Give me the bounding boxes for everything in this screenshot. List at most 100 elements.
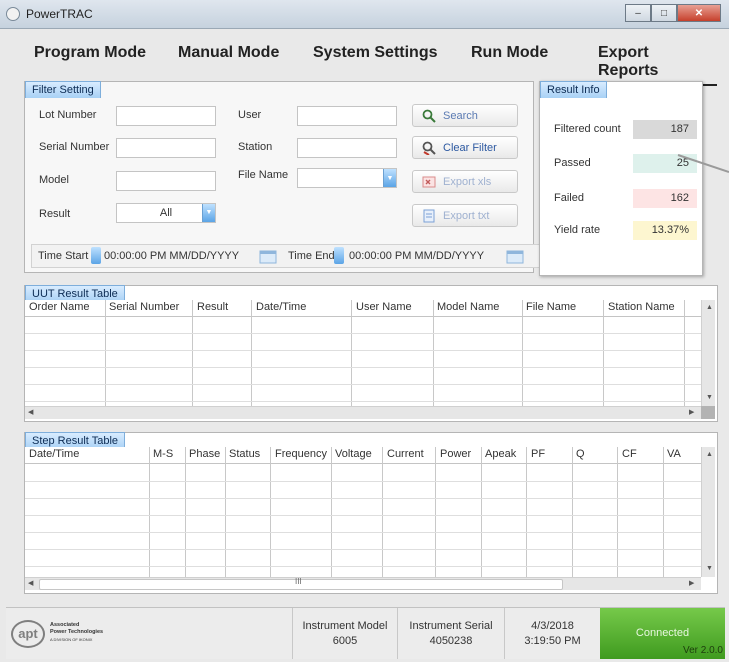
- company-name: Associated Power Technologies A DIVISION…: [50, 622, 104, 642]
- column-divider: [684, 300, 685, 406]
- scroll-right-icon[interactable]: ▶: [689, 579, 694, 587]
- tab-manual-mode[interactable]: Manual Mode: [178, 44, 279, 62]
- user-input[interactable]: [297, 106, 397, 126]
- window-title: PowerTRAC: [26, 7, 93, 21]
- calendar-icon[interactable]: [259, 248, 277, 264]
- row-divider: [25, 532, 701, 533]
- chevron-down-icon[interactable]: ▼: [202, 204, 215, 222]
- column-header[interactable]: Q: [576, 448, 585, 460]
- serial-number-input[interactable]: [116, 138, 216, 158]
- step-result-grid[interactable]: Date/Time M-S Phase Status Frequency Vol…: [25, 447, 715, 591]
- uut-result-grid[interactable]: Order Name Serial Number Result Date/Tim…: [25, 300, 715, 419]
- column-header[interactable]: Voltage: [335, 448, 372, 460]
- connection-status: Connected Ver 2.0.0: [600, 608, 725, 659]
- column-divider: [481, 447, 482, 577]
- step-result-panel: Step Result Table Date/Time M-S Phase St…: [24, 432, 718, 594]
- column-divider: [192, 300, 193, 406]
- current-date: 4/3/2018: [531, 619, 574, 632]
- chevron-down-icon[interactable]: ▼: [383, 169, 396, 187]
- serial-number-label: Serial Number: [39, 141, 110, 153]
- step-vertical-scrollbar[interactable]: ▲ ▼: [701, 447, 715, 577]
- tab-system-settings[interactable]: System Settings: [313, 44, 437, 62]
- column-header[interactable]: VA: [667, 448, 681, 460]
- time-end-spinner[interactable]: [334, 247, 344, 264]
- calendar-icon[interactable]: [506, 248, 524, 264]
- column-header[interactable]: Serial Number: [109, 301, 179, 313]
- scroll-corner: [701, 406, 715, 419]
- result-select[interactable]: All ▼: [116, 203, 216, 223]
- search-icon: [422, 109, 436, 123]
- lot-number-label: Lot Number: [39, 109, 97, 121]
- column-divider: [105, 300, 106, 406]
- column-header[interactable]: File Name: [526, 301, 576, 313]
- column-header[interactable]: CF: [622, 448, 637, 460]
- column-header[interactable]: Status: [229, 448, 260, 460]
- row-divider: [25, 367, 701, 368]
- row-divider: [25, 333, 701, 334]
- column-header[interactable]: User Name: [356, 301, 412, 313]
- column-header[interactable]: Model Name: [437, 301, 499, 313]
- scroll-down-icon[interactable]: ▼: [706, 565, 713, 572]
- scroll-right-icon[interactable]: ▶: [689, 408, 694, 416]
- uut-horizontal-scrollbar[interactable]: ◀ ▶: [25, 406, 701, 419]
- instrument-model-value: 6005: [332, 634, 358, 647]
- column-divider: [270, 447, 271, 577]
- tab-run-mode[interactable]: Run Mode: [471, 44, 548, 62]
- column-header[interactable]: Date/Time: [256, 301, 306, 313]
- column-header[interactable]: Frequency: [275, 448, 327, 460]
- lot-number-input[interactable]: [116, 106, 216, 126]
- search-button[interactable]: Search: [412, 104, 518, 127]
- column-header[interactable]: M-S: [153, 448, 173, 460]
- maximize-icon[interactable]: □: [651, 4, 677, 22]
- result-select-value: All: [159, 207, 173, 219]
- export-xls-button[interactable]: Export xls: [412, 170, 518, 193]
- search-button-label: Search: [443, 109, 478, 122]
- model-input[interactable]: [116, 171, 216, 191]
- file-name-select[interactable]: ▼: [297, 168, 397, 188]
- column-header[interactable]: Apeak: [485, 448, 516, 460]
- column-divider: [149, 447, 150, 577]
- column-header[interactable]: Result: [197, 301, 228, 313]
- row-divider: [25, 350, 701, 351]
- station-input[interactable]: [297, 138, 397, 158]
- step-horizontal-scrollbar[interactable]: ◀ III ▶: [25, 577, 701, 590]
- column-header[interactable]: Station Name: [608, 301, 675, 313]
- export-txt-button[interactable]: Export txt: [412, 204, 518, 227]
- connection-label: Connected: [635, 627, 690, 639]
- time-start-value[interactable]: 00:00:00 PM MM/DD/YYYY: [104, 250, 239, 262]
- column-divider: [617, 447, 618, 577]
- column-header[interactable]: Phase: [189, 448, 220, 460]
- export-txt-button-label: Export txt: [443, 209, 490, 222]
- instrument-model-info: Instrument Model 6005: [292, 608, 397, 659]
- scroll-left-icon[interactable]: ◀: [28, 579, 33, 587]
- version-label: Ver 2.0.0: [682, 645, 723, 656]
- column-divider: [433, 300, 434, 406]
- column-divider: [572, 447, 573, 577]
- uut-vertical-scrollbar[interactable]: ▲ ▼: [701, 300, 715, 406]
- user-label: User: [238, 109, 262, 121]
- tab-export-reports[interactable]: Export Reports: [588, 44, 717, 86]
- row-divider: [25, 384, 701, 385]
- time-start-spinner[interactable]: [91, 247, 101, 264]
- tab-program-mode[interactable]: Program Mode: [34, 44, 146, 62]
- minimize-icon[interactable]: –: [625, 4, 651, 22]
- filtered-count-label: Filtered count: [554, 123, 621, 135]
- column-header[interactable]: Order Name: [29, 301, 90, 313]
- column-header[interactable]: Current: [387, 448, 424, 460]
- column-header[interactable]: Date/Time: [29, 448, 79, 460]
- clear-filter-button[interactable]: Clear Filter: [412, 136, 518, 159]
- column-header[interactable]: PF: [531, 448, 545, 460]
- scroll-up-icon[interactable]: ▲: [706, 304, 713, 311]
- time-end-value[interactable]: 00:00:00 PM MM/DD/YYYY: [349, 250, 484, 262]
- scroll-down-icon[interactable]: ▼: [706, 394, 713, 401]
- result-label: Result: [39, 208, 71, 220]
- scroll-grip: III: [295, 577, 302, 586]
- failed-value: 162: [633, 189, 697, 208]
- model-label: Model: [39, 174, 69, 186]
- scroll-up-icon[interactable]: ▲: [706, 451, 713, 458]
- close-icon[interactable]: ✕: [677, 4, 721, 22]
- column-divider: [251, 300, 252, 406]
- row-divider: [25, 401, 701, 402]
- scroll-left-icon[interactable]: ◀: [28, 408, 33, 416]
- column-header[interactable]: Power: [440, 448, 471, 460]
